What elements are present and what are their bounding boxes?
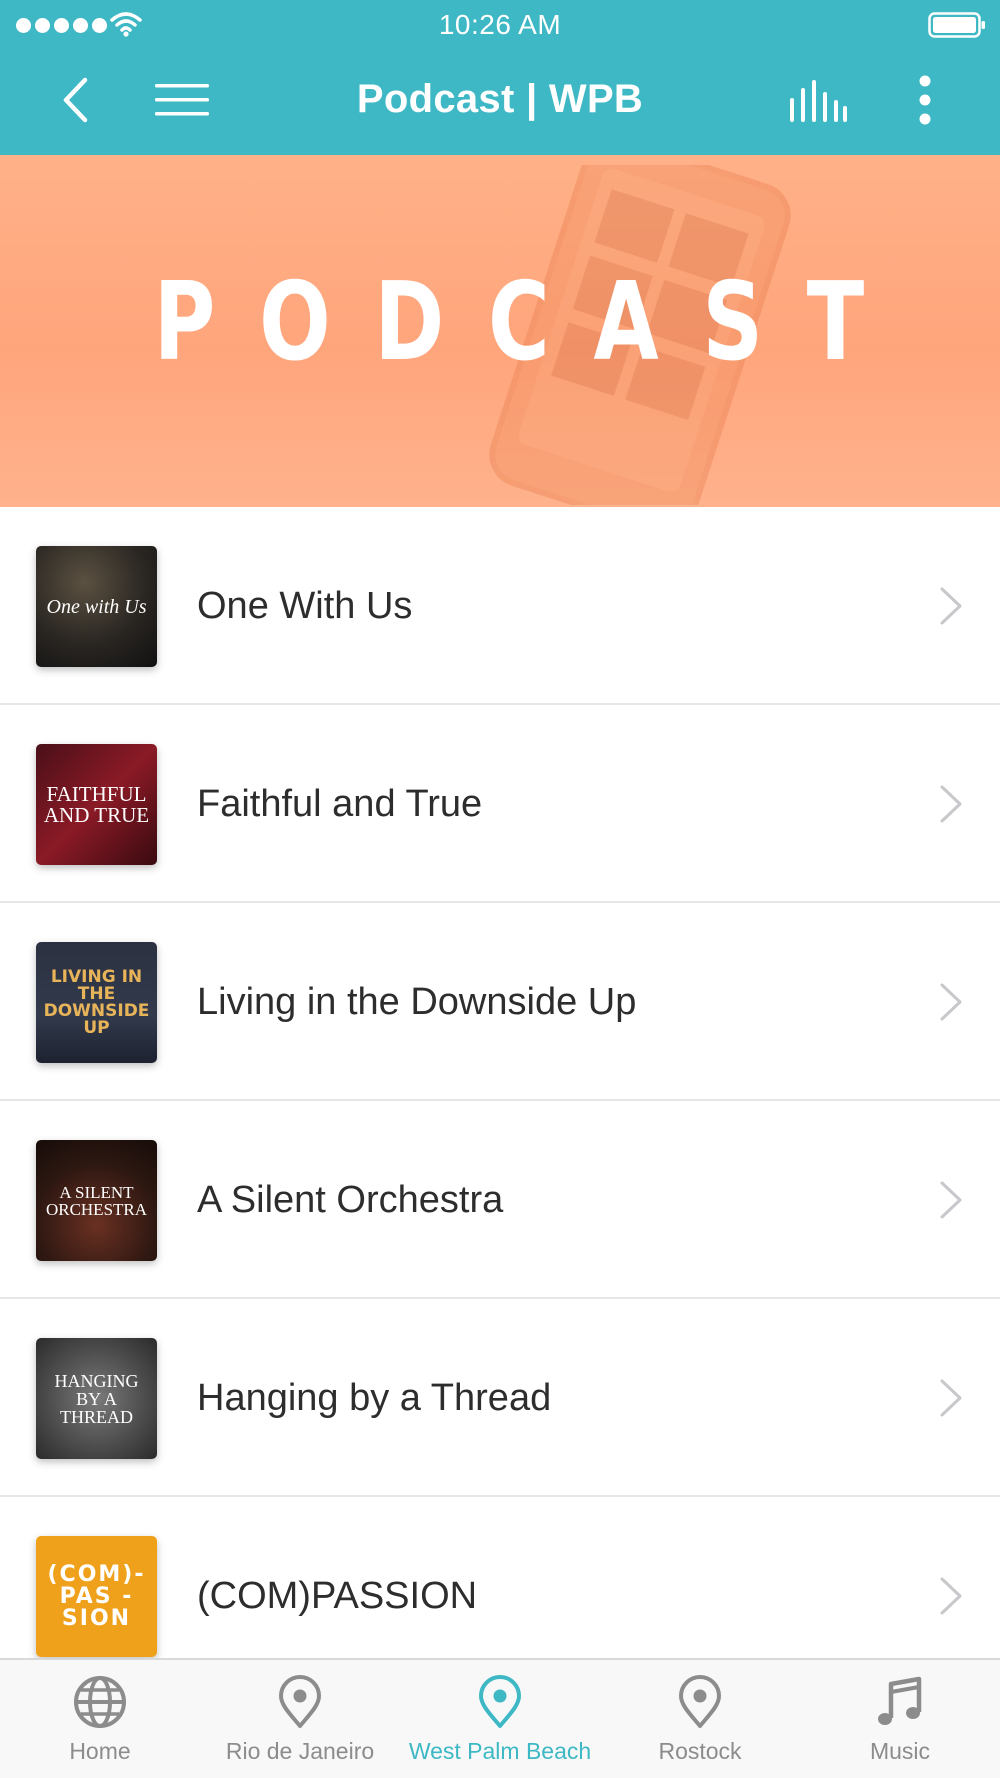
chevron-right-icon	[940, 1379, 962, 1417]
location-pin-icon	[679, 1675, 721, 1728]
list-item-title: Living in the Downside Up	[197, 980, 637, 1023]
podcast-artwork: (COM)- PAS -SION	[36, 1536, 157, 1657]
list-item[interactable]: One with Us One With Us	[0, 507, 1000, 705]
location-pin-icon	[479, 1675, 521, 1728]
chevron-right-icon	[940, 785, 962, 823]
podcast-banner: PODCAST	[0, 155, 1000, 507]
status-bar: 10:26 AM	[0, 0, 1000, 50]
audio-player-button[interactable]	[785, 70, 851, 130]
podcast-artwork: LIVING IN THE DOWNSIDE UP	[36, 942, 157, 1063]
globe-icon	[74, 1676, 126, 1728]
tab-rostock[interactable]: Rostock	[600, 1660, 800, 1778]
tab-rio-de-janeiro[interactable]: Rio de Janeiro	[200, 1660, 400, 1778]
status-time: 10:26 AM	[438, 9, 562, 40]
chevron-right-icon	[940, 1181, 962, 1219]
tab-label: Rostock	[658, 1738, 742, 1764]
tab-label: Home	[69, 1738, 131, 1764]
list-item[interactable]: HANGING BY A THREAD Hanging by a Thread	[0, 1299, 1000, 1497]
tab-music[interactable]: Music	[800, 1660, 1000, 1778]
tab-label: Music	[869, 1738, 931, 1764]
list-item-title: A Silent Orchestra	[197, 1178, 504, 1221]
tab-home[interactable]: Home	[0, 1660, 200, 1778]
chevron-left-icon	[63, 77, 88, 123]
back-button[interactable]	[50, 70, 100, 130]
nav-bar: Podcast | WPB	[0, 50, 1000, 155]
tab-label: Rio de Janeiro	[225, 1738, 375, 1764]
podcast-artwork: HANGING BY A THREAD	[36, 1338, 157, 1459]
list-item[interactable]: LIVING IN THE DOWNSIDE UP Living in the …	[0, 903, 1000, 1101]
list-item[interactable]: A SILENT ORCHESTRA A Silent Orchestra	[0, 1101, 1000, 1299]
tab-west-palm-beach[interactable]: West Palm Beach	[400, 1660, 600, 1778]
podcast-artwork: A SILENT ORCHESTRA	[36, 1140, 157, 1261]
chevron-right-icon	[940, 587, 962, 625]
list-item-title: Hanging by a Thread	[197, 1376, 552, 1419]
location-pin-icon	[279, 1675, 321, 1728]
list-item[interactable]: FAITHFUL and TRUE Faithful and True	[0, 705, 1000, 903]
podcast-artwork: FAITHFUL and TRUE	[36, 744, 157, 865]
music-note-icon	[878, 1676, 922, 1725]
chevron-right-icon	[940, 1577, 962, 1615]
chevron-right-icon	[940, 983, 962, 1021]
tab-label: West Palm Beach	[408, 1738, 592, 1764]
list-item-title: Faithful and True	[197, 782, 483, 825]
podcast-list: One with Us One With Us FAITHFUL and TRU…	[0, 507, 1000, 1695]
podcast-artwork: One with Us	[36, 546, 157, 667]
equalizer-bars-icon	[790, 80, 847, 122]
list-item-title: One With Us	[197, 584, 413, 627]
battery-icon	[928, 12, 985, 38]
tab-bar: Home Rio de Janeiro West Palm Beach Rost…	[0, 1658, 1000, 1778]
app-header: 10:26 AM Podcast | WPB	[0, 0, 1000, 155]
banner-title: PODCAST	[153, 260, 908, 385]
more-options-button[interactable]	[900, 70, 950, 130]
more-vertical-icon	[919, 75, 931, 125]
page-title: Podcast | WPB	[356, 77, 644, 121]
